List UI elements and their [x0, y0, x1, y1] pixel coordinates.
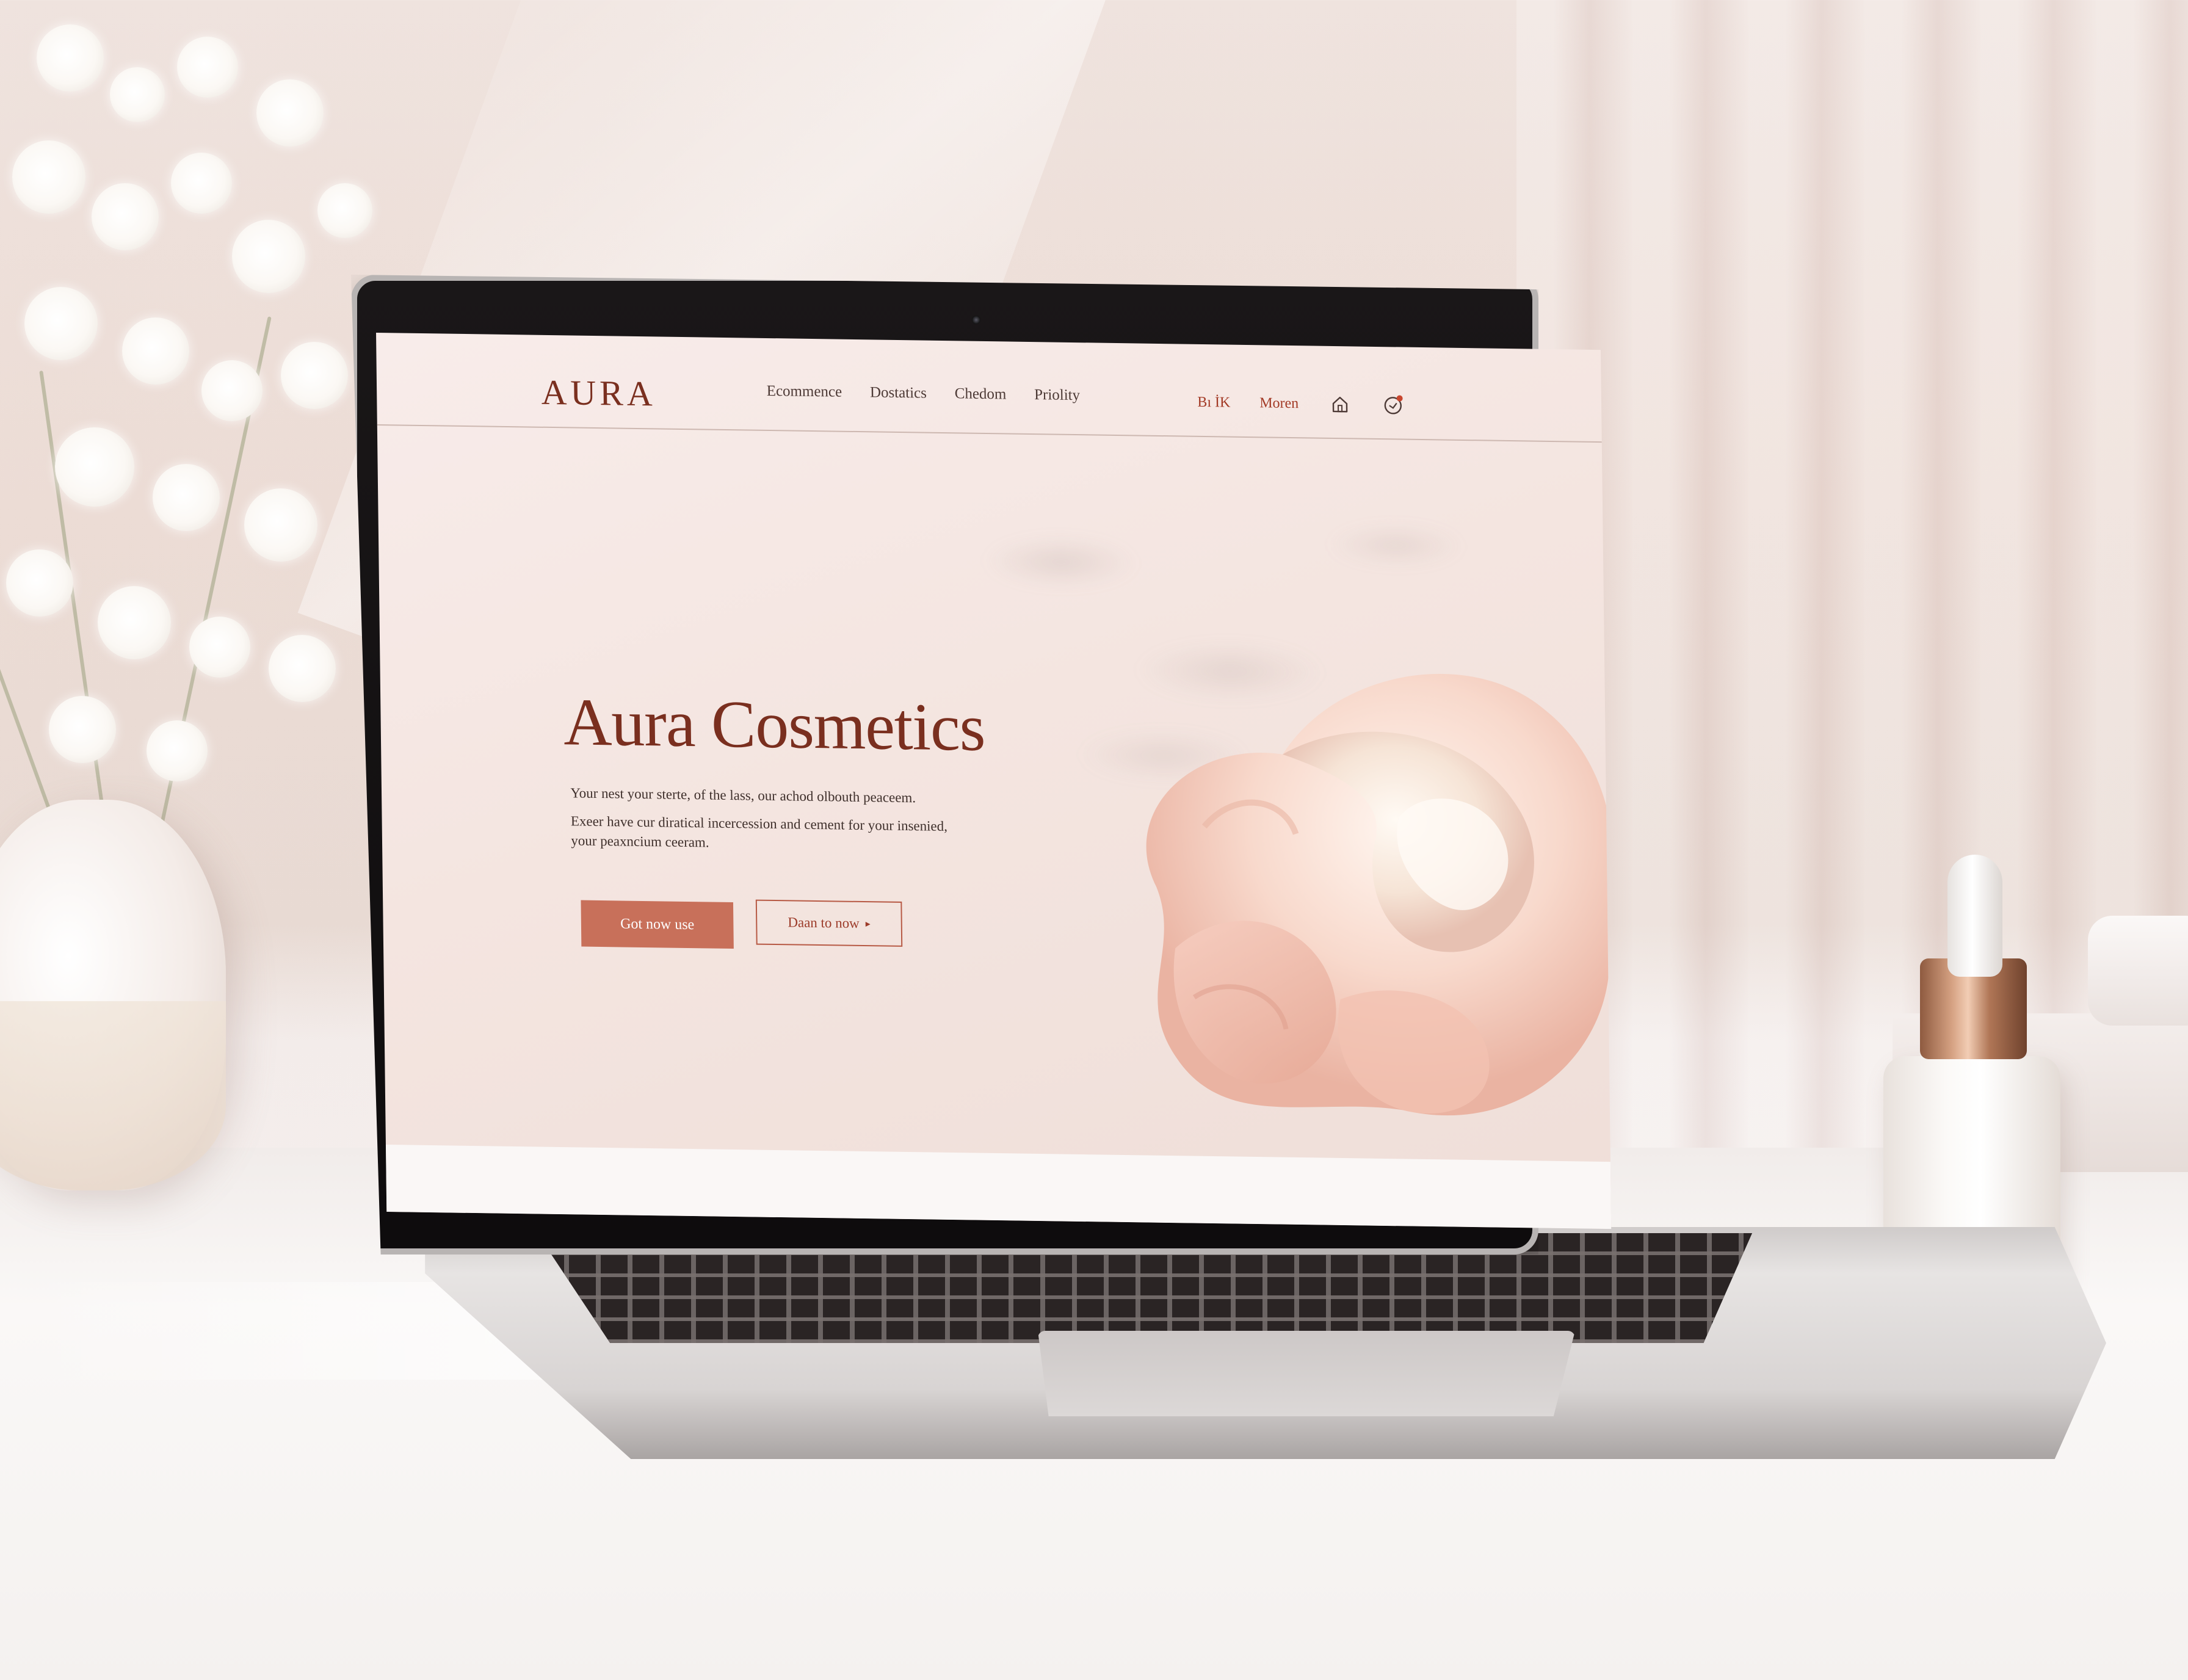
curtain — [1516, 0, 2188, 1148]
flower — [244, 488, 317, 562]
flower — [171, 153, 232, 214]
hero-description-1: Your nest your sterte, of the lass, our … — [570, 785, 916, 806]
flower — [98, 586, 171, 659]
flower — [317, 183, 372, 238]
display-stand-top — [2088, 916, 2188, 1026]
flower — [6, 549, 73, 617]
nav-item-chedom[interactable]: Chedom — [955, 385, 1007, 403]
header-actions: Bı İK Moren — [1197, 390, 1406, 418]
flower — [110, 67, 165, 122]
flower — [122, 317, 189, 385]
webcam — [972, 316, 980, 324]
cart-icon[interactable] — [1382, 393, 1406, 418]
laptop-screen: AURA Ecommence Dostatics Chedom Priolity… — [376, 333, 1612, 1229]
site-header: AURA Ecommence Dostatics Chedom Priolity… — [376, 333, 1602, 443]
flower — [92, 183, 159, 250]
dropper-bulb — [1947, 855, 2002, 977]
header-link-1[interactable]: Bı İK — [1197, 394, 1230, 411]
vase — [0, 800, 226, 1190]
arrow-right-icon: ▸ — [865, 919, 871, 930]
flower — [49, 696, 116, 763]
silk-fabric-image — [1146, 673, 1612, 1116]
flower — [55, 427, 134, 507]
hero-description-3: your peaxncium ceeram. — [571, 833, 709, 850]
get-started-label: Got now use — [620, 915, 695, 933]
flower — [201, 360, 263, 421]
header-link-2[interactable]: Moren — [1259, 395, 1299, 412]
main-nav: Ecommence Dostatics Chedom Priolity — [767, 383, 1081, 404]
flower — [37, 24, 104, 92]
flower — [153, 464, 220, 531]
hero-title: Aura Cosmetics — [563, 684, 986, 765]
nav-item-ecommence[interactable]: Ecommence — [767, 383, 842, 401]
flower — [177, 37, 238, 98]
flower — [232, 220, 305, 293]
brand-logo[interactable]: AURA — [541, 372, 656, 415]
nav-item-priolity[interactable]: Priolity — [1034, 386, 1080, 404]
flower — [12, 140, 85, 214]
vase-band — [0, 1001, 226, 1190]
get-started-button[interactable]: Got now use — [581, 900, 734, 949]
flower — [147, 720, 208, 781]
nav-item-dostatics[interactable]: Dostatics — [870, 384, 927, 402]
home-icon[interactable] — [1328, 392, 1352, 417]
learn-more-label: Daan to now — [788, 914, 860, 931]
learn-more-button[interactable]: Daan to now ▸ — [755, 899, 903, 947]
flower — [189, 617, 250, 678]
flower — [269, 635, 336, 702]
trackpad — [1038, 1331, 1575, 1416]
flower — [24, 287, 98, 360]
flower — [281, 342, 348, 409]
flower — [256, 79, 324, 147]
